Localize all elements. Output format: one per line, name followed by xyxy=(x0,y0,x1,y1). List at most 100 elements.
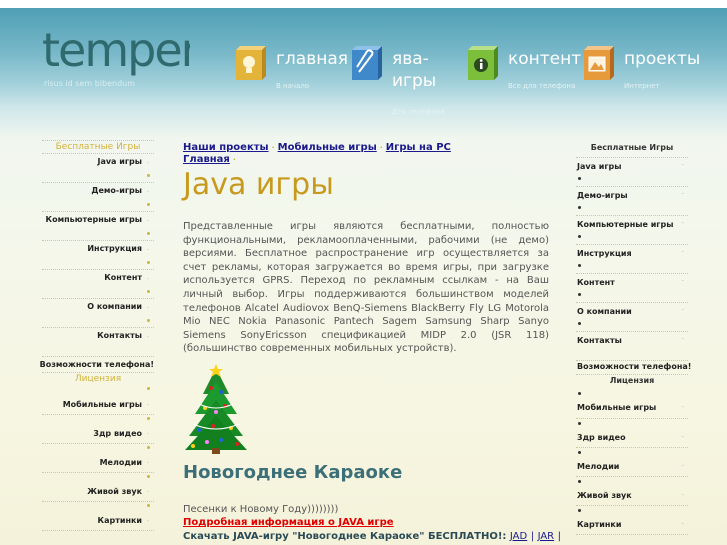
right-item-label: Инструкция xyxy=(577,249,632,258)
nav-home-label: главная xyxy=(276,49,348,69)
main-content: Наши проекты · Мобильные игры · Игры на PC Г… xyxy=(183,142,561,542)
left-item-label: Контент xyxy=(104,273,142,282)
right-menu-heading: Бесплатные Игры xyxy=(576,140,688,158)
right-dot: · xyxy=(681,335,684,343)
breadcrumb-separator: · xyxy=(232,155,236,164)
nav-java-label-line1: ява- xyxy=(392,49,429,69)
right-item-contacts[interactable]: Контакты · xyxy=(576,332,688,361)
lightbulb-icon xyxy=(236,46,266,80)
right-item-label: Картинки xyxy=(577,520,622,529)
left-item-phone-features[interactable]: Возможности телефона! xyxy=(39,357,154,373)
nav-content[interactable]: контент Все для телефона xyxy=(464,40,581,100)
left-item-label: О компании xyxy=(87,302,142,311)
right-dot: · xyxy=(681,520,684,528)
nav-java-games[interactable]: ява- игры Для телефона xyxy=(348,40,463,116)
right-item-melodies[interactable]: Мелодии · xyxy=(576,448,688,477)
right-dot: · xyxy=(681,462,684,470)
bullet-icon xyxy=(147,319,150,322)
download-jar-link[interactable]: JAR xyxy=(538,531,555,542)
right-item-phone-features[interactable]: Возможности телефона! xyxy=(576,361,692,375)
bullet-icon xyxy=(578,177,581,180)
left-item-live-sound[interactable]: Живой звук · xyxy=(42,473,154,502)
right-item-content[interactable]: Контент · xyxy=(576,274,688,303)
right-dot: · xyxy=(681,161,684,169)
nav-home[interactable]: главная В начало xyxy=(232,40,348,100)
bullet-icon xyxy=(147,290,150,293)
left-item-contacts[interactable]: Контакты · xyxy=(42,328,154,357)
site-logo[interactable]: temper xyxy=(42,23,202,78)
right-item-demo[interactable]: Демо-игры · xyxy=(576,187,688,216)
left-item-melodies[interactable]: Мелодии · xyxy=(42,444,154,473)
left-dot: · xyxy=(146,401,149,409)
right-item-label: О компании xyxy=(577,307,632,316)
left-item-content[interactable]: Контент · xyxy=(42,270,154,299)
left-item-label: Мобильные игры xyxy=(62,400,142,409)
bullet-icon xyxy=(147,174,150,177)
left-item-java[interactable]: Java игры · xyxy=(42,154,154,183)
left-dot: · xyxy=(146,246,149,254)
nav-projects[interactable]: проекты Интернет xyxy=(580,40,700,100)
breadcrumb-mobile-games[interactable]: Мобильные игры xyxy=(278,142,377,153)
right-item-label: Возможности телефона! xyxy=(577,362,692,371)
bullet-icon xyxy=(578,451,581,454)
left-sidebar: Бесплатные Игры Java игры · Демо-игры · Ко… xyxy=(39,140,154,531)
right-item-instructions[interactable]: Инструкция · xyxy=(576,245,688,274)
left-item-label: Возможности телефона! xyxy=(39,360,154,369)
nav-projects-sub: Интернет xyxy=(624,82,660,90)
right-item-3d-video[interactable]: 3др видео · xyxy=(576,419,688,448)
breadcrumb-home[interactable]: Главная xyxy=(183,154,230,165)
left-item-label: Живой звук xyxy=(87,487,142,496)
page-title: Java игры xyxy=(183,167,334,202)
bullet-icon xyxy=(578,235,581,238)
bullet-icon xyxy=(578,480,581,483)
left-item-label: Инструкция xyxy=(87,244,142,253)
left-dot: · xyxy=(146,159,149,167)
right-item-mobile-games[interactable]: Мобильные игры · xyxy=(576,389,688,419)
nav-projects-label: проекты xyxy=(624,49,701,69)
left-item-mobile-games[interactable]: Мобильные игры · xyxy=(42,385,154,415)
left-menu-heading: Бесплатные Игры xyxy=(42,140,154,154)
bullet-icon xyxy=(147,417,150,420)
right-item-label: Мелодии xyxy=(577,462,620,471)
breadcrumb-projects[interactable]: Наши проекты xyxy=(183,142,269,153)
info-icon xyxy=(468,46,498,80)
bullet-icon xyxy=(578,392,581,395)
right-item-pc-games[interactable]: Компьютерные игры · xyxy=(576,216,688,245)
right-item-pictures[interactable]: Картинки · xyxy=(576,506,688,535)
left-item-label: Компьютерные игры xyxy=(45,215,142,224)
logo-wordmark: temper xyxy=(42,23,202,77)
right-item-label: Компьютерные игры xyxy=(577,220,674,229)
game-info-link[interactable]: Подробная информация о JAVA игре xyxy=(183,517,394,528)
right-item-label: Java игры xyxy=(577,162,622,171)
right-item-live-sound[interactable]: Живой звук · xyxy=(576,477,688,506)
bullet-icon xyxy=(147,203,150,206)
left-item-about[interactable]: О компании · xyxy=(42,299,154,328)
download-jad-link[interactable]: JAD xyxy=(510,531,527,542)
left-item-instructions[interactable]: Инструкция · xyxy=(42,241,154,270)
bullet-icon xyxy=(147,475,150,478)
left-item-pc-games[interactable]: Компьютерные игры · xyxy=(42,212,154,241)
bullet-icon xyxy=(147,504,150,507)
breadcrumb-pc-games[interactable]: Игры на PC xyxy=(386,142,451,153)
breadcrumb: Наши проекты · Мобильные игры · Игры на PC Г… xyxy=(183,142,549,166)
breadcrumb-separator: · xyxy=(379,143,383,152)
right-item-about[interactable]: О компании · xyxy=(576,303,688,332)
right-item-java[interactable]: Java игры · xyxy=(576,158,688,187)
right-item-label: Живой звук xyxy=(577,491,632,500)
paperclip-icon xyxy=(352,46,382,80)
left-menu-subheading: Лицензия xyxy=(74,374,122,384)
right-item-label: Демо-игры xyxy=(577,191,628,200)
nav-java-label-line2: игры xyxy=(392,71,437,91)
left-dot: · xyxy=(146,188,149,196)
svg-text:temper: temper xyxy=(42,28,190,77)
bullet-icon xyxy=(147,261,150,264)
right-item-label: Контакты xyxy=(577,336,622,345)
left-dot: · xyxy=(146,488,149,496)
left-item-pictures[interactable]: Картинки · xyxy=(42,502,154,531)
left-item-demo[interactable]: Демо-игры · xyxy=(42,183,154,212)
left-item-3d-video[interactable]: 3др видео · xyxy=(42,415,154,444)
left-item-label: Контакты xyxy=(97,331,142,340)
download-label: Скачать JAVA-игру "Новогоднее Караоке" Б… xyxy=(183,531,507,542)
right-dot: · xyxy=(681,306,684,314)
left-dot: · xyxy=(146,517,149,525)
